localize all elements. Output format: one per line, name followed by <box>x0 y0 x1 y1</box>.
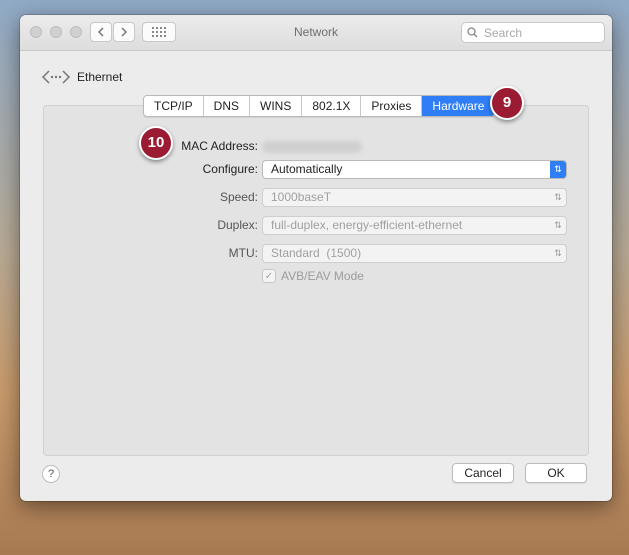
search-field[interactable] <box>461 22 605 43</box>
popup-arrows-icon: ⇅ <box>554 220 562 230</box>
tab-wins[interactable]: WINS <box>250 96 303 116</box>
ethernet-icon <box>41 70 71 84</box>
cancel-button[interactable]: Cancel <box>452 463 514 483</box>
checkmark-icon: ✓ <box>262 269 276 283</box>
tab-8021x[interactable]: 802.1X <box>302 96 362 116</box>
duplex-value: full-duplex, energy-efficient-ethernet <box>271 218 463 232</box>
help-button[interactable]: ? <box>42 465 60 483</box>
configure-value: Automatically <box>271 162 343 176</box>
speed-value: 1000baseT <box>271 190 332 204</box>
mtu-label: MTU: <box>228 246 258 260</box>
configure-popup[interactable]: Automatically ⇅ <box>262 160 567 179</box>
mac-address-value-redacted <box>262 141 362 153</box>
tab-proxies[interactable]: Proxies <box>361 96 423 116</box>
tab-hardware[interactable]: Hardware <box>422 96 495 116</box>
annotation-badge-10: 10 <box>139 126 173 160</box>
network-preferences-window: Network Ethernet TCP/IP DNS WINS 802.1X … <box>20 15 612 501</box>
duplex-popup[interactable]: full-duplex, energy-efficient-ethernet ⇅ <box>262 216 567 235</box>
annotation-badge-9: 9 <box>490 86 524 120</box>
mtu-popup[interactable]: Standard (1500) ⇅ <box>262 244 567 263</box>
tab-bar: TCP/IP DNS WINS 802.1X Proxies Hardware <box>143 95 496 117</box>
avb-eav-mode-label: AVB/EAV Mode <box>281 269 364 283</box>
location-breadcrumb[interactable]: Ethernet <box>41 69 122 85</box>
search-icon <box>467 27 478 38</box>
configure-label: Configure: <box>202 162 258 176</box>
popup-arrows-icon: ⇅ <box>554 192 562 202</box>
tab-dns[interactable]: DNS <box>204 96 251 116</box>
title-bar: Network <box>20 15 612 51</box>
tab-tcpip[interactable]: TCP/IP <box>144 96 204 116</box>
speed-popup[interactable]: 1000baseT ⇅ <box>262 188 567 207</box>
ok-button[interactable]: OK <box>525 463 587 483</box>
avb-eav-mode-checkbox[interactable]: ✓ AVB/EAV Mode <box>262 269 364 283</box>
duplex-label: Duplex: <box>217 218 258 232</box>
location-label: Ethernet <box>77 70 123 84</box>
mtu-value: Standard (1500) <box>271 246 362 260</box>
search-input[interactable] <box>482 24 596 41</box>
speed-label: Speed: <box>219 190 258 204</box>
popup-arrows-icon: ⇅ <box>550 161 566 178</box>
popup-arrows-icon: ⇅ <box>554 248 562 258</box>
